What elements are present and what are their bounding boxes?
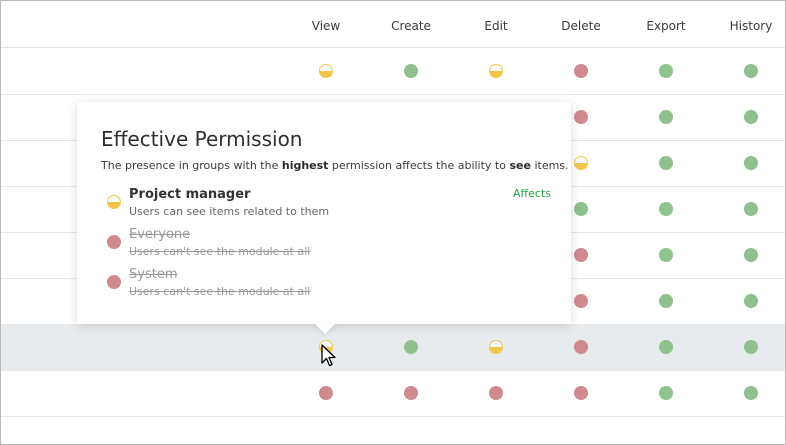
deny-permission-dot[interactable]: [489, 386, 503, 400]
description-part: The presence in groups with the: [101, 159, 282, 172]
deny-permission-dot[interactable]: [574, 294, 588, 308]
allow-permission-dot[interactable]: [744, 202, 758, 216]
allow-permission-dot[interactable]: [744, 248, 758, 262]
deny-permission-dot[interactable]: [319, 386, 333, 400]
column-header-view: View: [311, 19, 341, 33]
allow-permission-dot[interactable]: [659, 340, 673, 354]
column-header-delete: Delete: [561, 19, 601, 33]
table-header: View Create Edit Delete Export History: [1, 1, 785, 48]
column-header-history: History: [729, 19, 773, 33]
deny-permission-dot[interactable]: [574, 340, 588, 354]
effective-permission-popover: Effective Permission The presence in gro…: [77, 102, 571, 324]
allow-permission-dot[interactable]: [659, 248, 673, 262]
allow-permission-dot[interactable]: [744, 340, 758, 354]
allow-permission-dot[interactable]: [404, 64, 418, 78]
deny-permission-dot[interactable]: [574, 110, 588, 124]
column-header-create: Create: [391, 19, 431, 33]
popover-title: Effective Permission: [101, 127, 303, 151]
half-circle-icon: [107, 195, 121, 209]
permission-group-detail: Users can't see the module at all: [129, 245, 311, 258]
allow-permission-dot[interactable]: [744, 156, 758, 170]
partial-permission-dot[interactable]: [489, 64, 503, 78]
deny-dot-icon: [107, 275, 121, 289]
partial-permission-dot[interactable]: [574, 156, 588, 170]
allow-permission-dot[interactable]: [659, 64, 673, 78]
partial-permission-dot[interactable]: [319, 64, 333, 78]
allow-permission-dot[interactable]: [744, 64, 758, 78]
affects-badge: Affects: [513, 187, 551, 200]
permission-group-detail: Users can see items related to them: [129, 205, 330, 218]
allow-permission-dot[interactable]: [659, 202, 673, 216]
deny-permission-dot[interactable]: [574, 386, 588, 400]
description-part: items.: [530, 159, 569, 172]
deny-permission-dot[interactable]: [404, 386, 418, 400]
permission-group-name: System: [129, 267, 178, 282]
popover-description: The presence in groups with the highest …: [101, 159, 569, 172]
allow-permission-dot[interactable]: [574, 202, 588, 216]
deny-dot-icon: [107, 235, 121, 249]
table-row[interactable]: [1, 370, 785, 417]
allow-permission-dot[interactable]: [744, 110, 758, 124]
description-emphasis-highest: highest: [281, 159, 329, 172]
partial-permission-dot[interactable]: [489, 340, 503, 354]
table-row[interactable]: [1, 48, 785, 95]
permission-source-system: System Users can't see the module at all: [101, 267, 551, 301]
description-emphasis-see: see: [509, 159, 531, 172]
allow-permission-dot[interactable]: [659, 386, 673, 400]
table-row[interactable]: [1, 324, 785, 371]
column-header-export: Export: [646, 19, 686, 33]
column-header-edit: Edit: [484, 19, 508, 33]
deny-permission-dot[interactable]: [574, 64, 588, 78]
permission-group-detail: Users can't see the module at all: [129, 285, 311, 298]
popover-arrow: [315, 324, 335, 334]
allow-permission-dot[interactable]: [659, 156, 673, 170]
allow-permission-dot[interactable]: [659, 110, 673, 124]
allow-permission-dot[interactable]: [659, 294, 673, 308]
deny-permission-dot[interactable]: [574, 248, 588, 262]
arrow-cursor-icon: [321, 344, 336, 367]
permission-group-name: Everyone: [129, 227, 191, 242]
allow-permission-dot[interactable]: [744, 294, 758, 308]
allow-permission-dot[interactable]: [744, 386, 758, 400]
permission-source-everyone: Everyone Users can't see the module at a…: [101, 227, 551, 261]
allow-permission-dot[interactable]: [404, 340, 418, 354]
description-part: permission affects the ability to: [328, 159, 510, 172]
permission-group-name: Project manager: [129, 187, 251, 202]
permission-source-project-manager: Project manager Users can see items rela…: [101, 187, 551, 221]
